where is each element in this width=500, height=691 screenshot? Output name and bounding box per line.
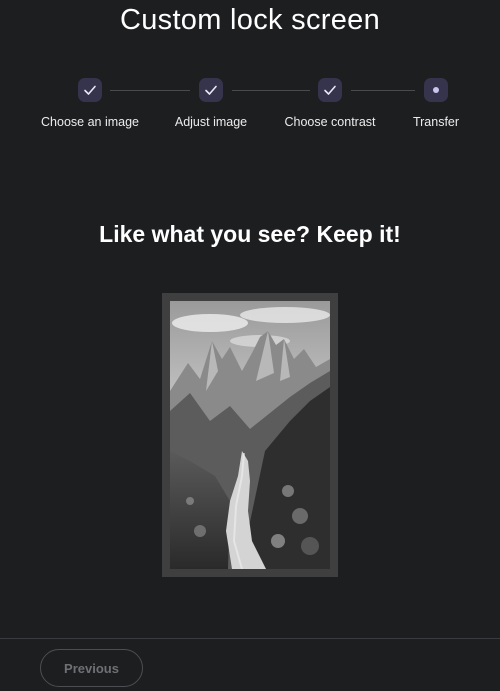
step-connector	[351, 90, 415, 91]
check-icon	[205, 85, 217, 95]
page-title: Custom lock screen	[119, 4, 381, 36]
footer-divider	[0, 638, 500, 639]
step-1-badge	[78, 78, 102, 102]
check-icon	[84, 85, 96, 95]
lock-screen-preview	[162, 293, 338, 577]
step-4-badge	[424, 78, 448, 102]
step-label-adjust-image: Adjust image	[174, 115, 248, 129]
step-connector	[110, 90, 190, 91]
stepper: Choose an image Adjust image Choose cont…	[0, 78, 500, 138]
step-label-transfer: Transfer	[412, 115, 460, 129]
step-label-choose-image: Choose an image	[41, 115, 139, 129]
check-icon	[324, 85, 336, 95]
step-2-badge	[199, 78, 223, 102]
step-connector	[232, 90, 310, 91]
dot-icon	[433, 87, 439, 93]
step-label-choose-contrast: Choose contrast	[284, 115, 376, 129]
step-3-badge	[318, 78, 342, 102]
previous-button[interactable]: Previous	[40, 649, 143, 687]
confirmation-heading: Like what you see? Keep it!	[99, 221, 401, 247]
preview-image	[170, 301, 330, 569]
